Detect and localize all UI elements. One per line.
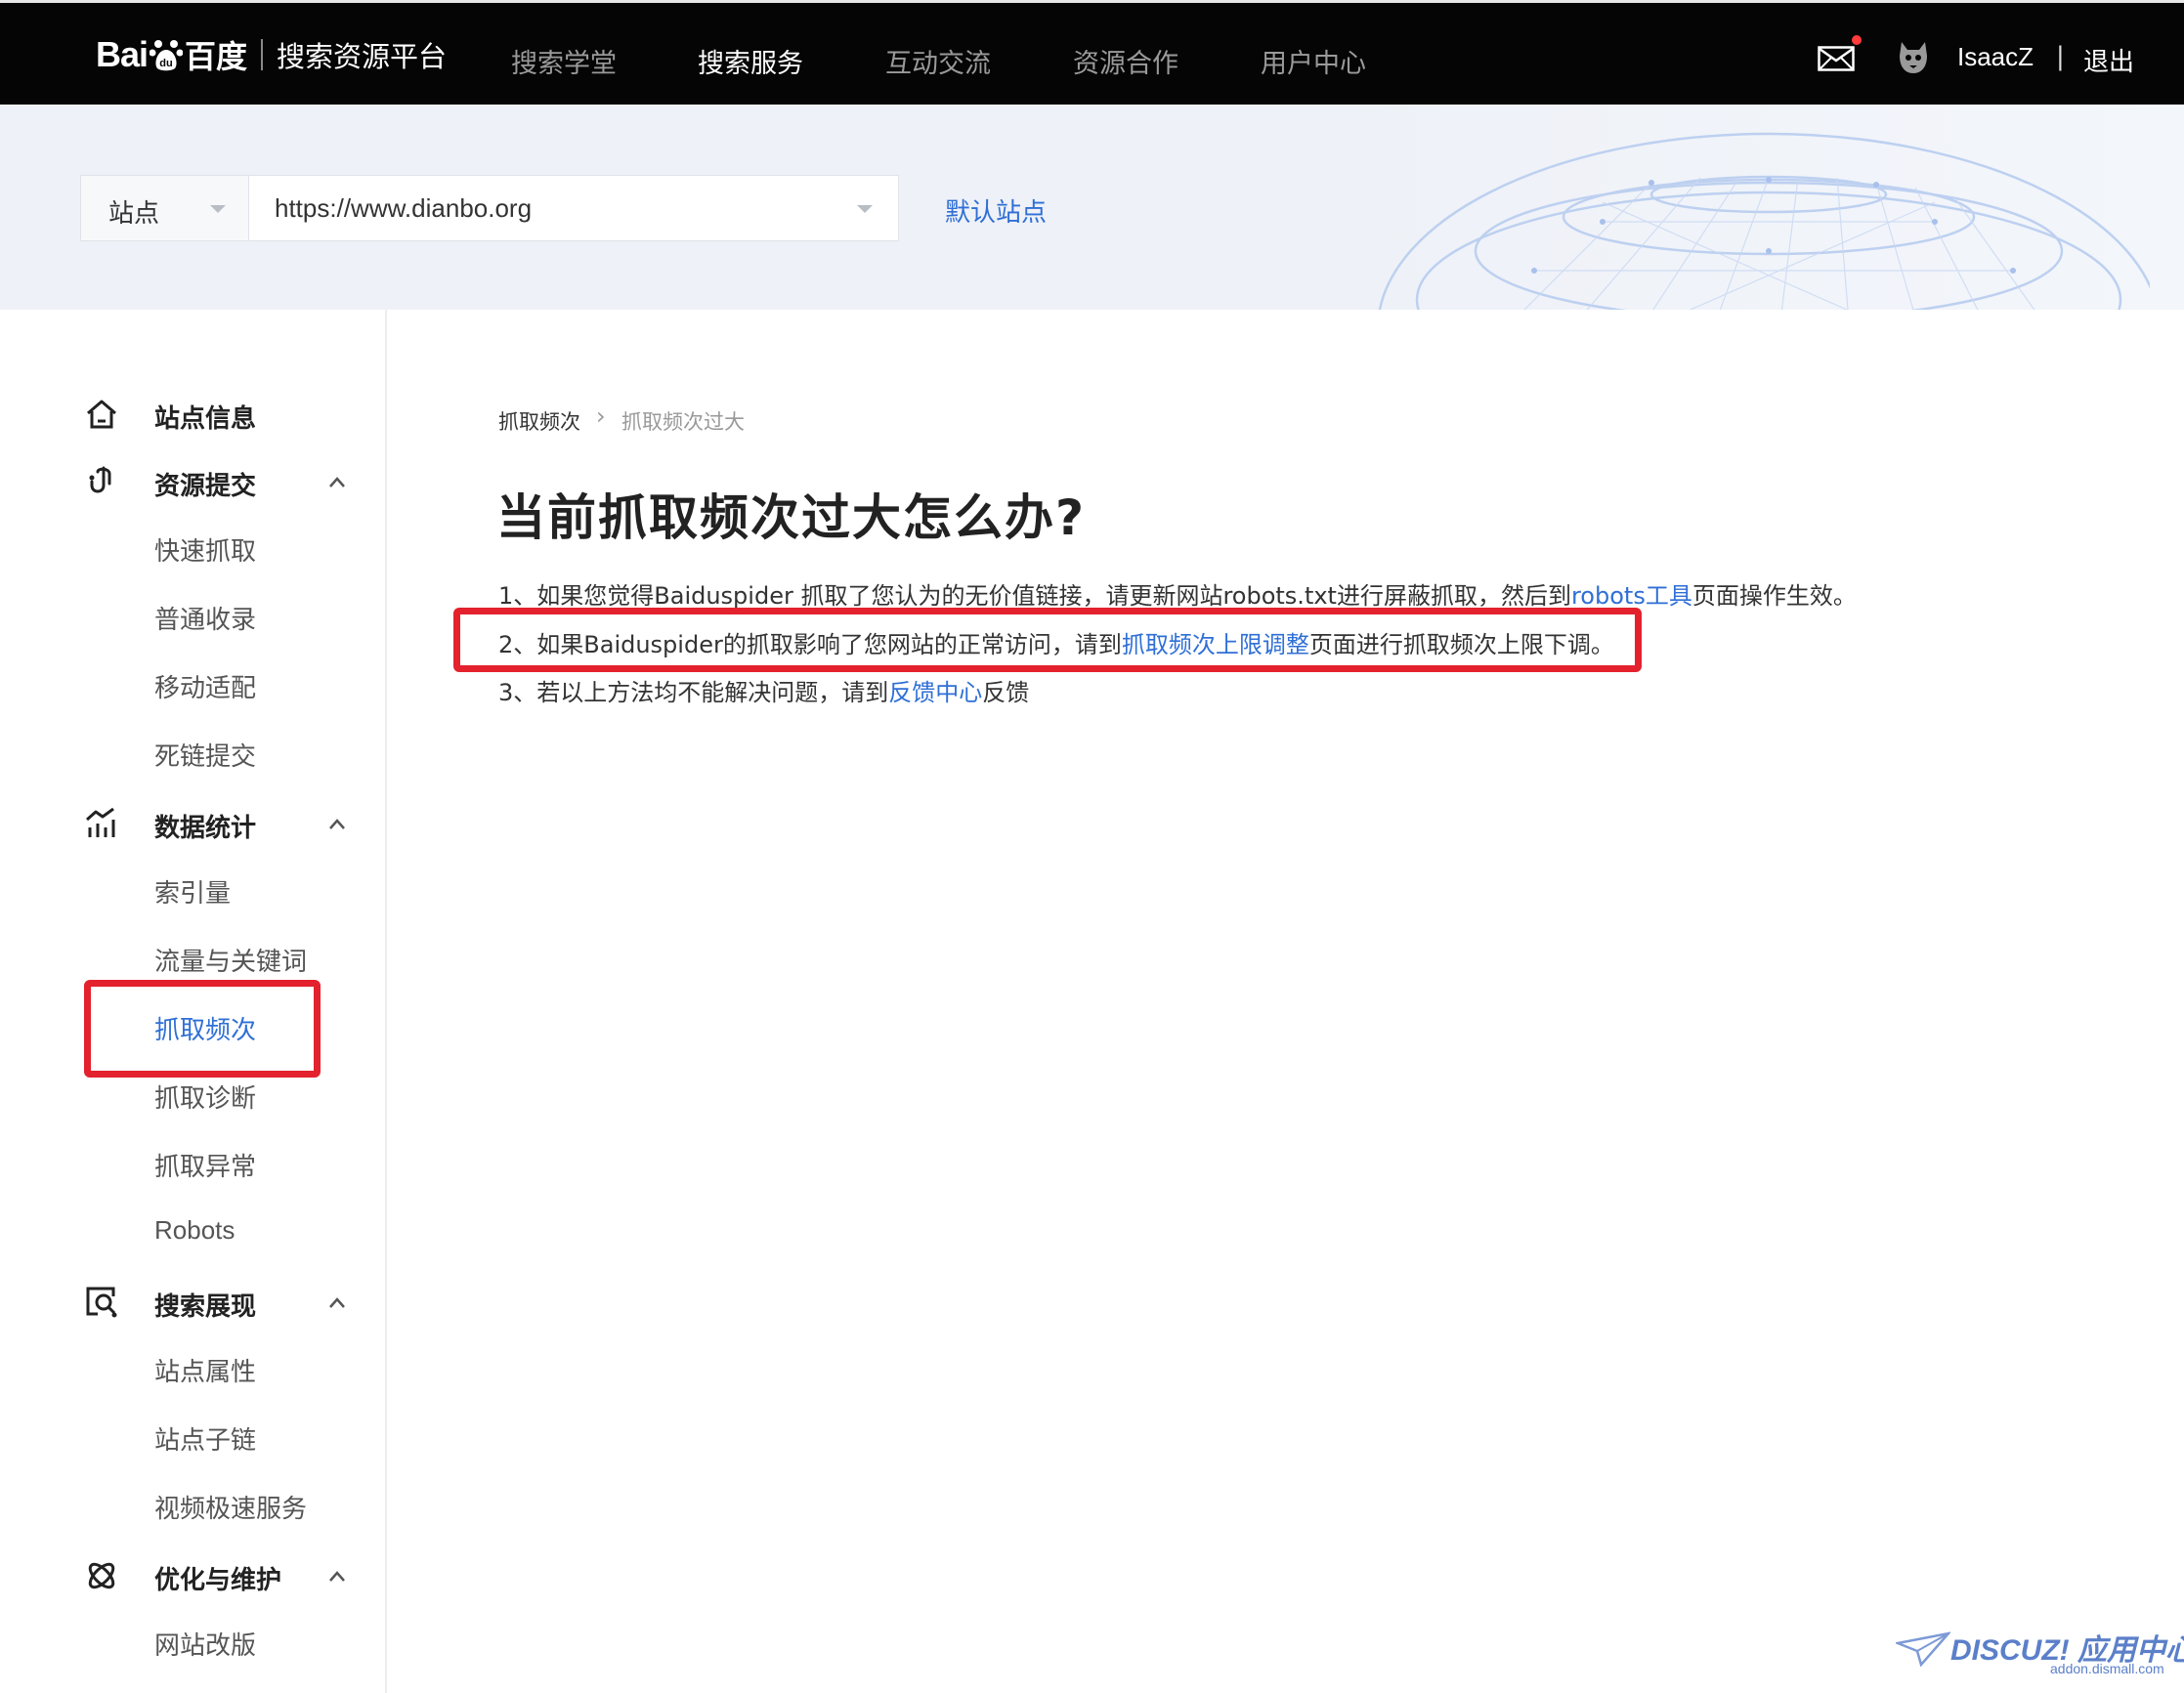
answer-1-text-end: 页面操作生效。 [1692,582,1857,610]
mail-icon[interactable] [1818,46,1855,71]
sidebar-label-data-stats: 数据统计 [154,814,257,843]
chevron-up-icon[interactable] [328,1294,346,1312]
sidebar-item-traffic-keywords[interactable]: 流量与关键词 [154,942,307,978]
breadcrumb-chevron-icon: › [596,402,606,430]
sidebar-item-dead-link[interactable]: 死链提交 [154,737,256,773]
top-navbar: Bai du 百度 搜索资源平台 搜索学堂 搜索服务 互动交流 资源合作 用户中… [0,0,2184,105]
logout-link[interactable]: 退出 [2083,42,2134,78]
highlight-box-answer [453,608,1642,672]
notification-dot [1852,35,1862,45]
sidebar-item-normal-index[interactable]: 普通收录 [154,600,256,636]
sidebar-item-site-info[interactable]: 站点信息 [0,389,387,438]
answer-item-3: 3、若以上方法均不能解决问题，请到反馈中心反馈 [498,673,1029,707]
platform-name: 搜索资源平台 [277,40,448,73]
nav-resource-cooperation[interactable]: 资源合作 [1073,42,1178,80]
nav-user-center[interactable]: 用户中心 [1261,42,1366,80]
chevron-down-icon [857,205,873,213]
sidebar-item-video-service[interactable]: 视频极速服务 [154,1489,307,1525]
logo-du-text: du [159,58,172,69]
sidebar-label-search-display: 搜索展现 [154,1292,257,1322]
chevron-up-icon[interactable] [328,474,346,491]
username[interactable]: IsaacZ [1957,42,2034,72]
sidebar-item-robots[interactable]: Robots [154,1215,235,1246]
sidebar-group-optimize[interactable]: 优化与维护 [0,1550,387,1599]
nav-search-service[interactable]: 搜索服务 [698,42,803,80]
sidebar-item-index-volume[interactable]: 索引量 [154,873,231,910]
maintenance-icon [88,1562,115,1589]
nav-search-academy[interactable]: 搜索学堂 [511,42,617,80]
submit-link-icon [89,466,111,493]
chevron-up-icon[interactable] [328,816,346,833]
default-site-link[interactable]: 默认站点 [945,192,1047,229]
sidebar-item-site-attributes[interactable]: 站点属性 [154,1352,256,1388]
paw-icon: du [149,38,184,71]
answer-item-1: 1、如果您觉得Baiduspider 抓取了您认为的无价值链接，请更新网站rob… [498,576,1857,611]
chevron-down-icon [210,205,226,213]
user-separator: | [2056,42,2065,71]
sidebar-item-crawl-diagnosis[interactable]: 抓取诊断 [154,1079,256,1115]
chart-icon [86,807,115,837]
logo-bai-text: Bai [96,34,149,74]
chevron-up-icon[interactable] [328,1568,346,1586]
sidebar-item-site-revision[interactable]: 网站改版 [154,1626,256,1662]
logo-baidu-text: 百度 [185,38,248,75]
site-url-value: https://www.dianbo.org [275,193,533,223]
sidebar-label-resource-submit: 资源提交 [154,472,257,501]
sidebar-item-mobile-adapt[interactable]: 移动适配 [154,668,256,704]
site-type-select[interactable]: 站点 [80,175,248,241]
avatar[interactable] [1896,38,1931,75]
watermark-sub: addon.dismall.com [2050,1661,2164,1676]
sidebar-label-site-info: 站点信息 [154,404,257,434]
paper-plane-icon [1896,1631,1950,1668]
breadcrumb-current: 抓取频次过大 [621,410,745,434]
site-selector-bar: 站点 https://www.dianbo.org 默认站点 [0,105,2184,310]
nav-interaction[interactable]: 互动交流 [885,42,991,80]
sidebar-item-sitelinks[interactable]: 站点子链 [154,1420,256,1457]
search-display-icon [86,1287,117,1318]
feedback-center-link[interactable]: 反馈中心 [888,679,982,706]
home-icon [87,400,116,429]
logo-divider [261,39,264,70]
page-title: 当前抓取频次过大怎么办? [496,489,1087,546]
discuz-watermark: DISCUZ! 应用中心 addon.dismall.com [1896,1624,2184,1682]
answer-3-text-end: 反馈 [982,679,1030,706]
robots-tool-link[interactable]: robots工具 [1571,582,1692,610]
sidebar-group-search-display[interactable]: 搜索展现 [0,1277,387,1326]
site-url-dropdown[interactable]: https://www.dianbo.org [248,175,899,241]
answer-3-text: 3、若以上方法均不能解决问题，请到 [498,679,889,706]
highlight-box-sidebar [84,980,321,1078]
breadcrumb-crawl-frequency[interactable]: 抓取频次 [498,406,580,436]
sidebar-label-optimize: 优化与维护 [154,1566,282,1595]
sidebar-group-data-stats[interactable]: 数据统计 [0,798,387,847]
site-type-label: 站点 [108,199,160,229]
globe-decoration-icon [1378,132,2150,310]
baidu-logo[interactable]: Bai du 百度 搜索资源平台 [96,30,447,79]
answer-1-text: 1、如果您觉得Baiduspider 抓取了您认为的无价值链接，请更新网站rob… [498,582,1571,610]
sidebar: 站点信息 资源提交 快速抓取 普通收录 移动适配 死链提交 数据统计 索引量 流… [0,310,387,1693]
sidebar-item-crawl-errors[interactable]: 抓取异常 [154,1147,256,1183]
sidebar-item-fast-crawl[interactable]: 快速抓取 [154,531,256,568]
sidebar-group-resource-submit[interactable]: 资源提交 [0,456,387,505]
